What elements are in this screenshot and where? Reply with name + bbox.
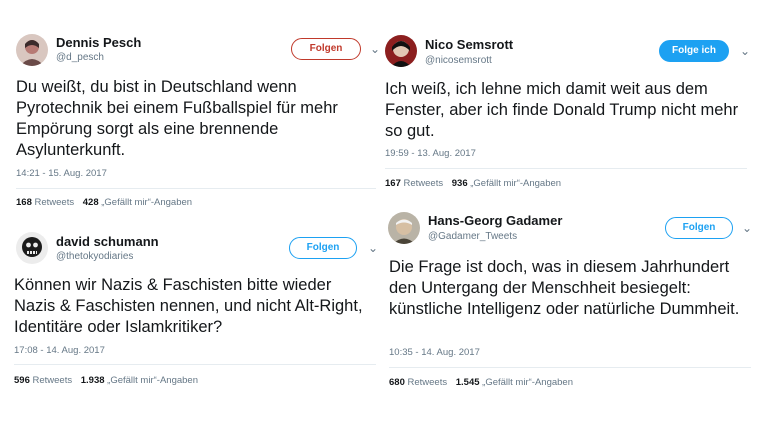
avatar-hans-georg-gadamer[interactable] (388, 212, 420, 244)
author-name[interactable]: Dennis Pesch (56, 35, 141, 50)
retweet-label[interactable]: Retweets (33, 375, 73, 386)
retweet-count[interactable]: 596 (14, 375, 30, 386)
retweet-count[interactable]: 680 (389, 377, 405, 388)
retweet-label[interactable]: Retweets (408, 377, 448, 388)
divider (14, 364, 376, 365)
author-handle[interactable]: @d_pesch (56, 52, 104, 63)
like-count[interactable]: 1.545 (456, 377, 480, 388)
tweet-text: Die Frage ist doch, was in diesem Jahrhu… (389, 258, 740, 318)
tweet-stats: 596 Retweets 1.938 „Gefällt mir“-Angaben (14, 375, 198, 386)
tweet-david-schumann: david schumann @thetokyodiaries Folgen ⌄… (8, 224, 384, 399)
tweet-stats: 680 Retweets 1.545 „Gefällt mir“-Angaben (389, 377, 573, 388)
author-name[interactable]: Hans-Georg Gadamer (428, 213, 562, 228)
divider (389, 367, 751, 368)
tweet-text: Können wir Nazis & Faschisten bitte wied… (14, 276, 363, 336)
tweet-text: Du weißt, du bist in Deutschland wenn Py… (16, 78, 338, 159)
tweet-text: Ich weiß, ich lehne mich damit weit aus … (385, 80, 739, 140)
author-name[interactable]: david schumann (56, 234, 159, 249)
following-button[interactable]: Folge ich (659, 40, 729, 62)
follow-button[interactable]: Folgen (289, 237, 357, 259)
chevron-down-icon[interactable]: ⌄ (370, 42, 380, 56)
divider (385, 168, 747, 169)
tweet-hans-georg-gadamer: Hans-Georg Gadamer @Gadamer_Tweets Folge… (382, 204, 762, 399)
author-handle[interactable]: @thetokyodiaries (56, 251, 133, 262)
retweet-count[interactable]: 168 (16, 197, 32, 208)
chevron-down-icon[interactable]: ⌄ (742, 221, 752, 235)
avatar-david-schumann[interactable] (16, 232, 48, 264)
tweet-stats: 167 Retweets 936 „Gefällt mir“-Angaben (385, 178, 561, 189)
like-label[interactable]: „Gefällt mir“-Angaben (101, 197, 192, 208)
retweet-label[interactable]: Retweets (35, 197, 75, 208)
like-count[interactable]: 1.938 (81, 375, 105, 386)
chevron-down-icon[interactable]: ⌄ (368, 241, 378, 255)
follow-button[interactable]: Folgen (665, 217, 733, 239)
like-count[interactable]: 936 (452, 178, 468, 189)
tweet-timestamp[interactable]: 19:59 - 13. Aug. 2017 (385, 148, 476, 159)
author-handle[interactable]: @Gadamer_Tweets (428, 231, 517, 242)
avatar-nico-semsrott[interactable] (385, 35, 417, 67)
author-handle[interactable]: @nicosemsrott (425, 55, 492, 66)
like-label[interactable]: „Gefällt mir“-Angaben (470, 178, 561, 189)
avatar-dennis-pesch[interactable] (16, 34, 48, 66)
tweet-timestamp[interactable]: 14:21 - 15. Aug. 2017 (16, 168, 107, 179)
like-count[interactable]: 428 (83, 197, 99, 208)
divider (16, 188, 376, 189)
tweet-dennis-pesch: Dennis Pesch @d_pesch Folgen ⌄ Du weißt,… (8, 28, 384, 218)
tweet-stats: 168 Retweets 428 „Gefällt mir“-Angaben (16, 197, 192, 208)
like-label[interactable]: „Gefällt mir“-Angaben (107, 375, 198, 386)
tweet-timestamp[interactable]: 10:35 - 14. Aug. 2017 (389, 347, 480, 358)
retweet-label[interactable]: Retweets (404, 178, 444, 189)
chevron-down-icon[interactable]: ⌄ (740, 44, 750, 58)
tweet-nico-semsrott: Nico Semsrott @nicosemsrott Folge ich ⌄ … (382, 28, 762, 198)
follow-button[interactable]: Folgen (291, 38, 361, 60)
tweet-timestamp[interactable]: 17:08 - 14. Aug. 2017 (14, 345, 105, 356)
like-label[interactable]: „Gefällt mir“-Angaben (482, 377, 573, 388)
author-name[interactable]: Nico Semsrott (425, 37, 513, 52)
retweet-count[interactable]: 167 (385, 178, 401, 189)
